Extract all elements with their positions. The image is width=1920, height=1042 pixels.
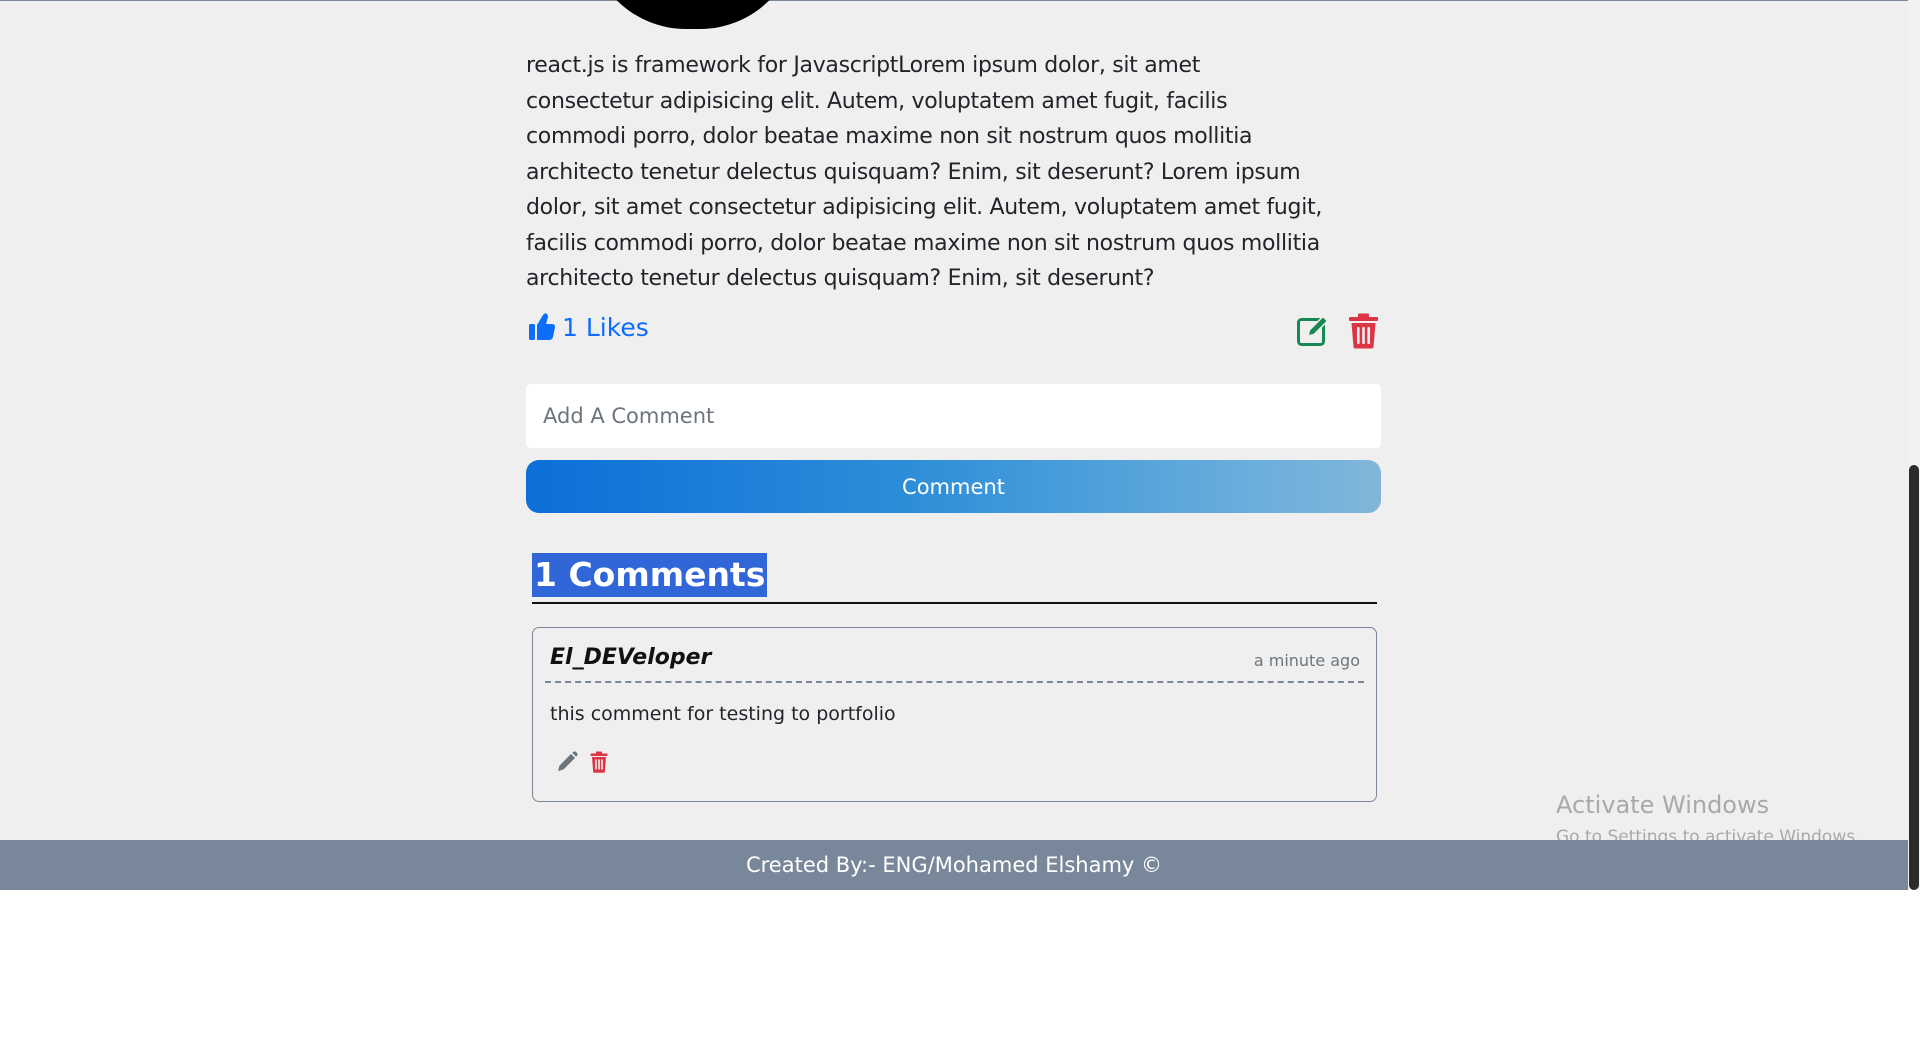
comment-author: El_DEVeloper — [550, 645, 712, 670]
comment-header: El_DEVeloper a minute ago — [545, 640, 1364, 683]
page-footer: Created By:- ENG/Mohamed Elshamy © — [0, 840, 1908, 890]
scrollbar[interactable] — [1908, 0, 1920, 890]
comments-count-heading: 1 Comments — [532, 553, 768, 597]
comment-actions — [556, 751, 608, 777]
trash-icon[interactable] — [1348, 313, 1379, 353]
post-body-text: react.js is framework for JavascriptLore… — [526, 53, 1323, 291]
footer-text: Created By:- ENG/Mohamed Elshamy © — [745, 853, 1163, 877]
like-button[interactable]: 1 Likes — [528, 312, 649, 342]
comment-card: El_DEVeloper a minute ago this comment f… — [532, 627, 1377, 802]
likes-count: 1 Likes — [562, 312, 649, 342]
scrollbar-thumb[interactable] — [1909, 465, 1919, 890]
comment-input[interactable] — [526, 384, 1381, 448]
comment-timestamp: a minute ago — [1253, 651, 1360, 670]
thumbs-up-icon — [528, 312, 556, 342]
pencil-icon[interactable] — [556, 751, 578, 777]
post-author-avatar — [588, 0, 798, 29]
post-actions — [1296, 313, 1379, 353]
trash-icon[interactable] — [590, 751, 608, 777]
edit-icon[interactable] — [1296, 314, 1330, 352]
page: react.js is framework for JavascriptLore… — [0, 0, 1920, 1042]
comment-button[interactable]: Comment — [526, 460, 1381, 513]
comment-text: this comment for testing to portfolio — [550, 703, 896, 725]
post-page-content: react.js is framework for JavascriptLore… — [0, 0, 1908, 840]
divider — [532, 602, 1377, 604]
